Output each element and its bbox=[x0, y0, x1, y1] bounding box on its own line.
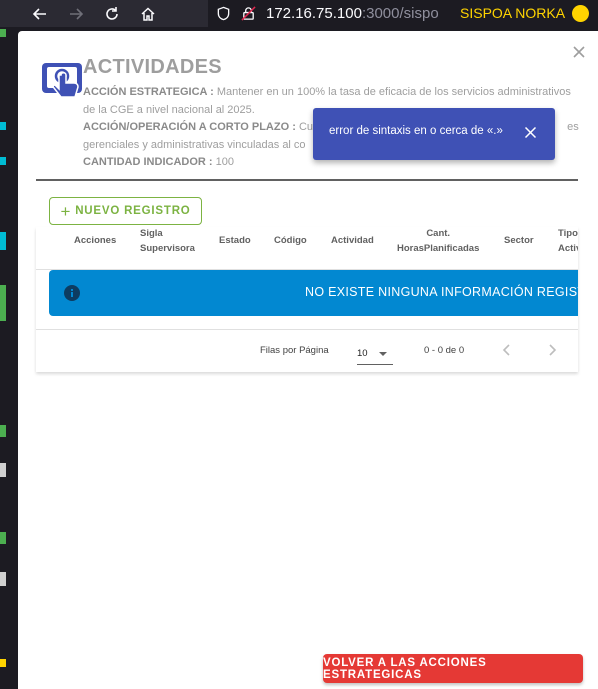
bg-marker bbox=[0, 157, 6, 165]
dropdown-arrow-icon bbox=[379, 352, 387, 356]
activities-table: Acciones Sigla Supervisora Estado Código … bbox=[36, 227, 578, 372]
shield-icon bbox=[217, 6, 230, 21]
plus-icon: + bbox=[60, 201, 72, 221]
snackbar-message: error de sintaxis en o cerca de «.» bbox=[329, 125, 503, 137]
bg-marker bbox=[0, 572, 6, 586]
bg-marker bbox=[0, 232, 6, 250]
close-icon bbox=[573, 46, 585, 58]
bg-marker bbox=[0, 659, 6, 667]
rows-per-page-label: Filas por Página bbox=[260, 345, 329, 356]
forward-button[interactable] bbox=[58, 0, 94, 27]
bg-marker bbox=[0, 29, 6, 37]
col-header-sector[interactable]: Sector bbox=[504, 233, 534, 248]
dialog-close-button[interactable] bbox=[572, 45, 588, 61]
new-record-button[interactable]: + NUEVO REGISTRO bbox=[49, 197, 202, 225]
back-button[interactable] bbox=[22, 0, 58, 27]
bg-marker bbox=[0, 532, 6, 544]
chevron-left-icon bbox=[502, 344, 510, 356]
col-header-codigo[interactable]: Código bbox=[274, 233, 307, 248]
empty-state-message: NO EXISTE NINGUNA INFORMACIÓN REGISTRA bbox=[305, 285, 578, 299]
background-app-strip bbox=[0, 27, 18, 689]
extension-label[interactable]: SISPOA NORKA bbox=[460, 5, 565, 21]
touch-screen-icon bbox=[42, 63, 82, 98]
table-footer-divider bbox=[36, 329, 578, 330]
insecure-lock-icon bbox=[241, 6, 256, 21]
info-icon bbox=[64, 285, 80, 301]
pagination-range: 0 - 0 de 0 bbox=[424, 345, 465, 356]
col-header-actividad[interactable]: Actividad bbox=[331, 233, 374, 248]
section-divider bbox=[36, 179, 578, 181]
error-snackbar: error de sintaxis en o cerca de «.» bbox=[313, 108, 555, 160]
bg-marker bbox=[0, 285, 6, 321]
reload-button[interactable] bbox=[94, 0, 130, 27]
browser-toolbar: 172.16.75.100:3000/sispo SISPOA NORKA bbox=[0, 0, 598, 27]
bg-marker bbox=[0, 463, 6, 477]
col-header-cant-horas[interactable]: Cant. HorasPlanificadas bbox=[397, 227, 479, 256]
close-icon bbox=[524, 126, 537, 139]
reload-icon bbox=[106, 6, 118, 20]
empty-state-alert: NO EXISTE NINGUNA INFORMACIÓN REGISTRA bbox=[49, 270, 578, 316]
back-arrow-icon bbox=[32, 7, 46, 20]
extension-status-dot[interactable] bbox=[572, 5, 589, 22]
back-to-actions-button[interactable]: VOLVER A LAS ACCIONES ESTRATEGICAS bbox=[323, 654, 583, 683]
rows-per-page-select[interactable]: 10 bbox=[357, 344, 393, 365]
col-header-acciones[interactable]: Acciones bbox=[74, 233, 116, 248]
col-header-estado[interactable]: Estado bbox=[219, 233, 251, 248]
bg-marker bbox=[0, 425, 6, 437]
next-page-button[interactable] bbox=[542, 340, 562, 360]
chevron-right-icon bbox=[549, 344, 557, 356]
home-icon bbox=[141, 6, 155, 21]
url-text: 172.16.75.100:3000/sispo bbox=[266, 5, 439, 22]
home-button[interactable] bbox=[130, 0, 166, 27]
forward-arrow-icon bbox=[70, 7, 84, 20]
col-header-sigla[interactable]: Sigla Supervisora bbox=[140, 227, 195, 256]
snackbar-close-button[interactable] bbox=[524, 126, 540, 142]
bg-marker bbox=[0, 122, 6, 130]
col-header-tipo[interactable]: TipoActiv bbox=[558, 227, 578, 256]
page-title: ACTIVIDADES bbox=[83, 56, 222, 78]
prev-page-button[interactable] bbox=[497, 340, 517, 360]
